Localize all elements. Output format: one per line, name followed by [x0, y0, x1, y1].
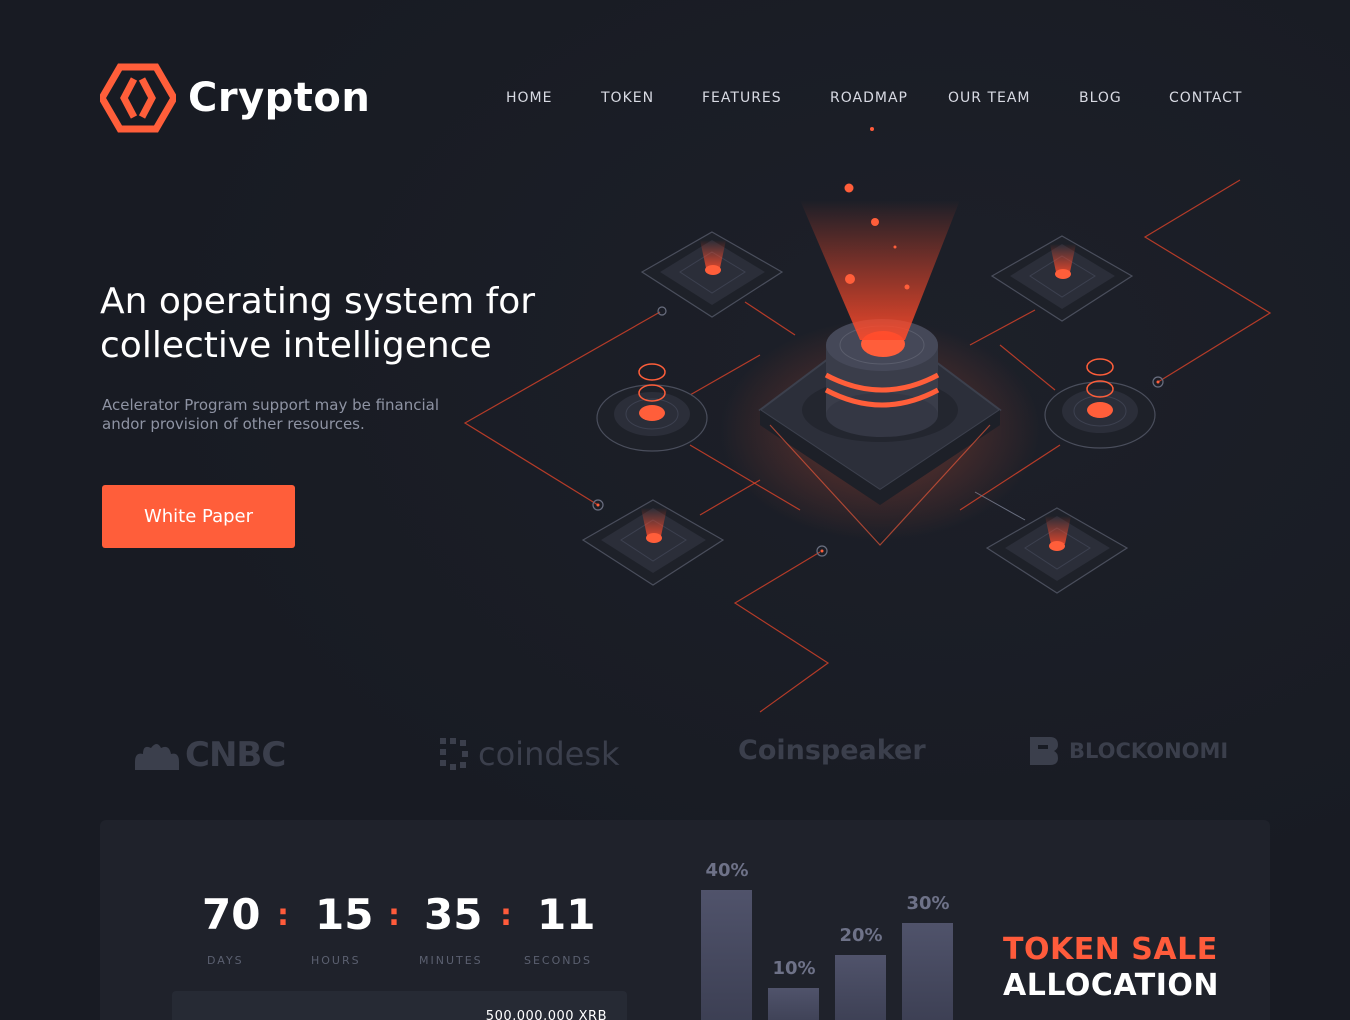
node-bottom-right	[985, 507, 1129, 594]
node-top-right	[990, 235, 1134, 322]
countdown-minutes-label: MINUTES	[419, 954, 483, 967]
nav-features[interactable]: FEATURES	[702, 90, 782, 106]
allocation-bar-label: 40%	[705, 860, 749, 881]
partner-coindesk[interactable]: coindesk	[438, 735, 620, 773]
allocation-bar	[701, 890, 752, 1020]
active-nav-indicator	[870, 127, 874, 131]
partner-blockonomi[interactable]: BLOCKONOMI	[1028, 735, 1228, 767]
partner-name: CNBC	[185, 735, 286, 775]
main-nav: HOME TOKEN FEATURES ROADMAP OUR TEAM BLO…	[0, 90, 1350, 110]
nav-blog[interactable]: BLOG	[1079, 90, 1122, 106]
allocation-bar	[768, 987, 819, 1020]
nav-our-team[interactable]: OUR TEAM	[948, 90, 1031, 106]
allocation-bar-label: 10%	[772, 957, 816, 979]
allocation-bar-label: 30%	[906, 892, 950, 914]
allocation-bar	[835, 955, 886, 1020]
countdown-seconds-label: SECONDS	[524, 954, 592, 967]
peacock-icon	[135, 744, 179, 770]
countdown-separator: :	[500, 898, 512, 933]
countdown-minutes: 35	[424, 890, 483, 939]
node-left-round	[596, 363, 708, 452]
partner-cnbc[interactable]: CNBC	[133, 735, 286, 775]
network-illustration	[463, 179, 1272, 713]
countdown-seconds: 11	[537, 890, 596, 939]
node-bottom-left	[581, 499, 725, 586]
coindesk-icon	[440, 738, 468, 770]
node-top-left	[640, 231, 784, 318]
countdown-separator: :	[277, 898, 289, 933]
node-right-round	[1044, 358, 1156, 449]
countdown-hours-label: HOURS	[311, 954, 361, 967]
countdown-days-label: DAYS	[207, 954, 244, 967]
token-supply-box: 500,000,000 XRB	[172, 991, 627, 1020]
nav-contact[interactable]: CONTACT	[1169, 90, 1242, 106]
countdown-days: 70	[202, 890, 261, 939]
token-sale-title: TOKEN SALE	[1003, 932, 1218, 967]
countdown-hours: 15	[315, 890, 374, 939]
token-supply: 500,000,000 XRB	[485, 1009, 607, 1020]
page: Crypton HOME TOKEN FEATURES ROADMAP OUR …	[0, 0, 1350, 1020]
nav-roadmap[interactable]: ROADMAP	[830, 90, 908, 106]
partner-name: Coinspeaker	[738, 735, 926, 766]
partner-name: coindesk	[478, 735, 620, 773]
partner-name: BLOCKONOMI	[1069, 739, 1229, 763]
allocation-title: ALLOCATION	[1003, 968, 1220, 1003]
nav-token[interactable]: TOKEN	[601, 90, 654, 106]
partner-coinspeaker[interactable]: Coinspeaker	[738, 735, 926, 766]
allocation-bar-label: 20%	[839, 925, 883, 946]
white-paper-button[interactable]: White Paper	[102, 485, 295, 548]
countdown-separator: :	[388, 898, 400, 933]
nav-home[interactable]: HOME	[506, 90, 552, 106]
allocation-bar	[902, 922, 953, 1020]
blockonomi-icon	[1030, 737, 1058, 765]
hero-subtitle: Acelerator Program support may be financ…	[102, 396, 440, 433]
